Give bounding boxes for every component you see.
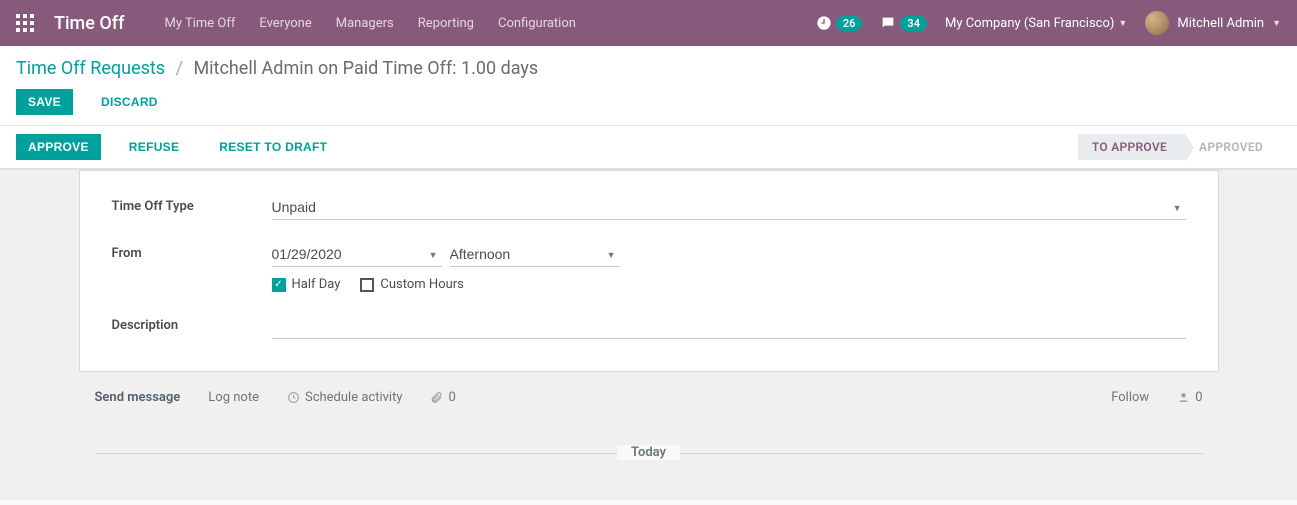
nav-right: 26 34 My Company (San Francisco) ▼ Mitch… — [816, 11, 1281, 35]
attachments-count: 0 — [448, 390, 455, 405]
control-panel: Time Off Requests / Mitchell Admin on Pa… — [0, 46, 1297, 126]
custom-hours-checkbox[interactable] — [360, 278, 374, 292]
field-from: ▼ ▼ ✓ Half Day Custom Hours — [272, 242, 1186, 292]
status-approved[interactable]: APPROVED — [1185, 134, 1281, 160]
nav-links: My Time Off Everyone Managers Reporting … — [164, 16, 815, 31]
field-description — [272, 314, 1186, 339]
followers-count: 0 — [1195, 390, 1202, 405]
nav-configuration[interactable]: Configuration — [498, 16, 576, 31]
nav-managers[interactable]: Managers — [336, 16, 394, 31]
label-from: From — [112, 242, 272, 261]
approve-button[interactable]: APPROVE — [16, 134, 101, 160]
follow-button[interactable]: Follow — [1111, 390, 1149, 405]
form-sheet: Time Off Type ▼ From ▼ ▼ — [79, 170, 1219, 372]
clock-icon — [287, 391, 300, 404]
edit-buttons: SAVE DISCARD — [16, 89, 1281, 125]
avatar — [1145, 11, 1169, 35]
discard-button[interactable]: DISCARD — [89, 89, 170, 115]
messages-indicator[interactable]: 34 — [880, 15, 927, 31]
nav-reporting[interactable]: Reporting — [418, 16, 474, 31]
chatter-toolbar: Send message Log note Schedule activity … — [95, 390, 1203, 405]
row-time-off-type: Time Off Type ▼ — [112, 195, 1186, 220]
half-day-checkbox[interactable]: ✓ — [272, 278, 286, 292]
breadcrumb-current: Mitchell Admin on Paid Time Off: 1.00 da… — [193, 58, 538, 79]
top-navbar: Time Off My Time Off Everyone Managers R… — [0, 0, 1297, 46]
messages-count: 34 — [900, 16, 927, 31]
status-bar: APPROVE REFUSE RESET TO DRAFT TO APPROVE… — [0, 126, 1297, 169]
row-description: Description — [112, 314, 1186, 339]
from-period-select[interactable] — [450, 242, 620, 267]
chevron-down-icon: ▼ — [1272, 18, 1281, 29]
send-message-button[interactable]: Send message — [95, 390, 181, 405]
log-note-button[interactable]: Log note — [208, 390, 259, 405]
reset-to-draft-button[interactable]: RESET TO DRAFT — [207, 134, 339, 160]
app-brand[interactable]: Time Off — [54, 13, 124, 34]
chat-icon — [880, 15, 896, 31]
today-divider: Today — [95, 445, 1203, 460]
clock-icon — [816, 15, 832, 31]
field-time-off-type: ▼ — [272, 195, 1186, 220]
row-from: From ▼ ▼ ✓ Half Day Custom Hour — [112, 242, 1186, 292]
breadcrumb-root[interactable]: Time Off Requests — [16, 58, 165, 79]
person-icon — [1177, 391, 1190, 404]
chevron-down-icon: ▼ — [1118, 18, 1127, 29]
company-name: My Company (San Francisco) — [945, 16, 1114, 31]
breadcrumb-separator: / — [176, 58, 183, 79]
duration-options: ✓ Half Day Custom Hours — [272, 277, 1186, 292]
paperclip-icon — [430, 391, 443, 404]
label-description: Description — [112, 314, 272, 333]
followers-button[interactable]: 0 — [1177, 390, 1202, 405]
refuse-button[interactable]: REFUSE — [117, 134, 191, 160]
description-input[interactable] — [272, 314, 1186, 339]
attachments-button[interactable]: 0 — [430, 390, 455, 405]
breadcrumb: Time Off Requests / Mitchell Admin on Pa… — [16, 58, 1281, 79]
nav-everyone[interactable]: Everyone — [259, 16, 311, 31]
save-button[interactable]: SAVE — [16, 89, 73, 115]
status-steps: TO APPROVE APPROVED — [1078, 134, 1281, 160]
from-date-input[interactable] — [272, 242, 442, 267]
workflow-buttons: APPROVE REFUSE RESET TO DRAFT — [16, 134, 339, 160]
activity-count: 26 — [836, 16, 863, 31]
custom-hours-label: Custom Hours — [380, 277, 463, 292]
user-menu[interactable]: Mitchell Admin ▼ — [1145, 11, 1281, 35]
chatter: Send message Log note Schedule activity … — [79, 372, 1219, 500]
status-to-approve[interactable]: TO APPROVE — [1078, 134, 1185, 160]
apps-icon[interactable] — [16, 14, 34, 32]
time-off-type-select[interactable] — [272, 195, 1186, 220]
company-switcher[interactable]: My Company (San Francisco) ▼ — [945, 16, 1127, 31]
schedule-activity-label: Schedule activity — [305, 390, 403, 405]
nav-my-time-off[interactable]: My Time Off — [164, 16, 235, 31]
user-name: Mitchell Admin — [1177, 16, 1264, 31]
sheet-background: Time Off Type ▼ From ▼ ▼ — [0, 169, 1297, 500]
label-time-off-type: Time Off Type — [112, 195, 272, 214]
activity-indicator[interactable]: 26 — [816, 15, 863, 31]
schedule-activity-button[interactable]: Schedule activity — [287, 390, 403, 405]
half-day-label: Half Day — [292, 277, 341, 292]
today-label: Today — [617, 445, 680, 460]
